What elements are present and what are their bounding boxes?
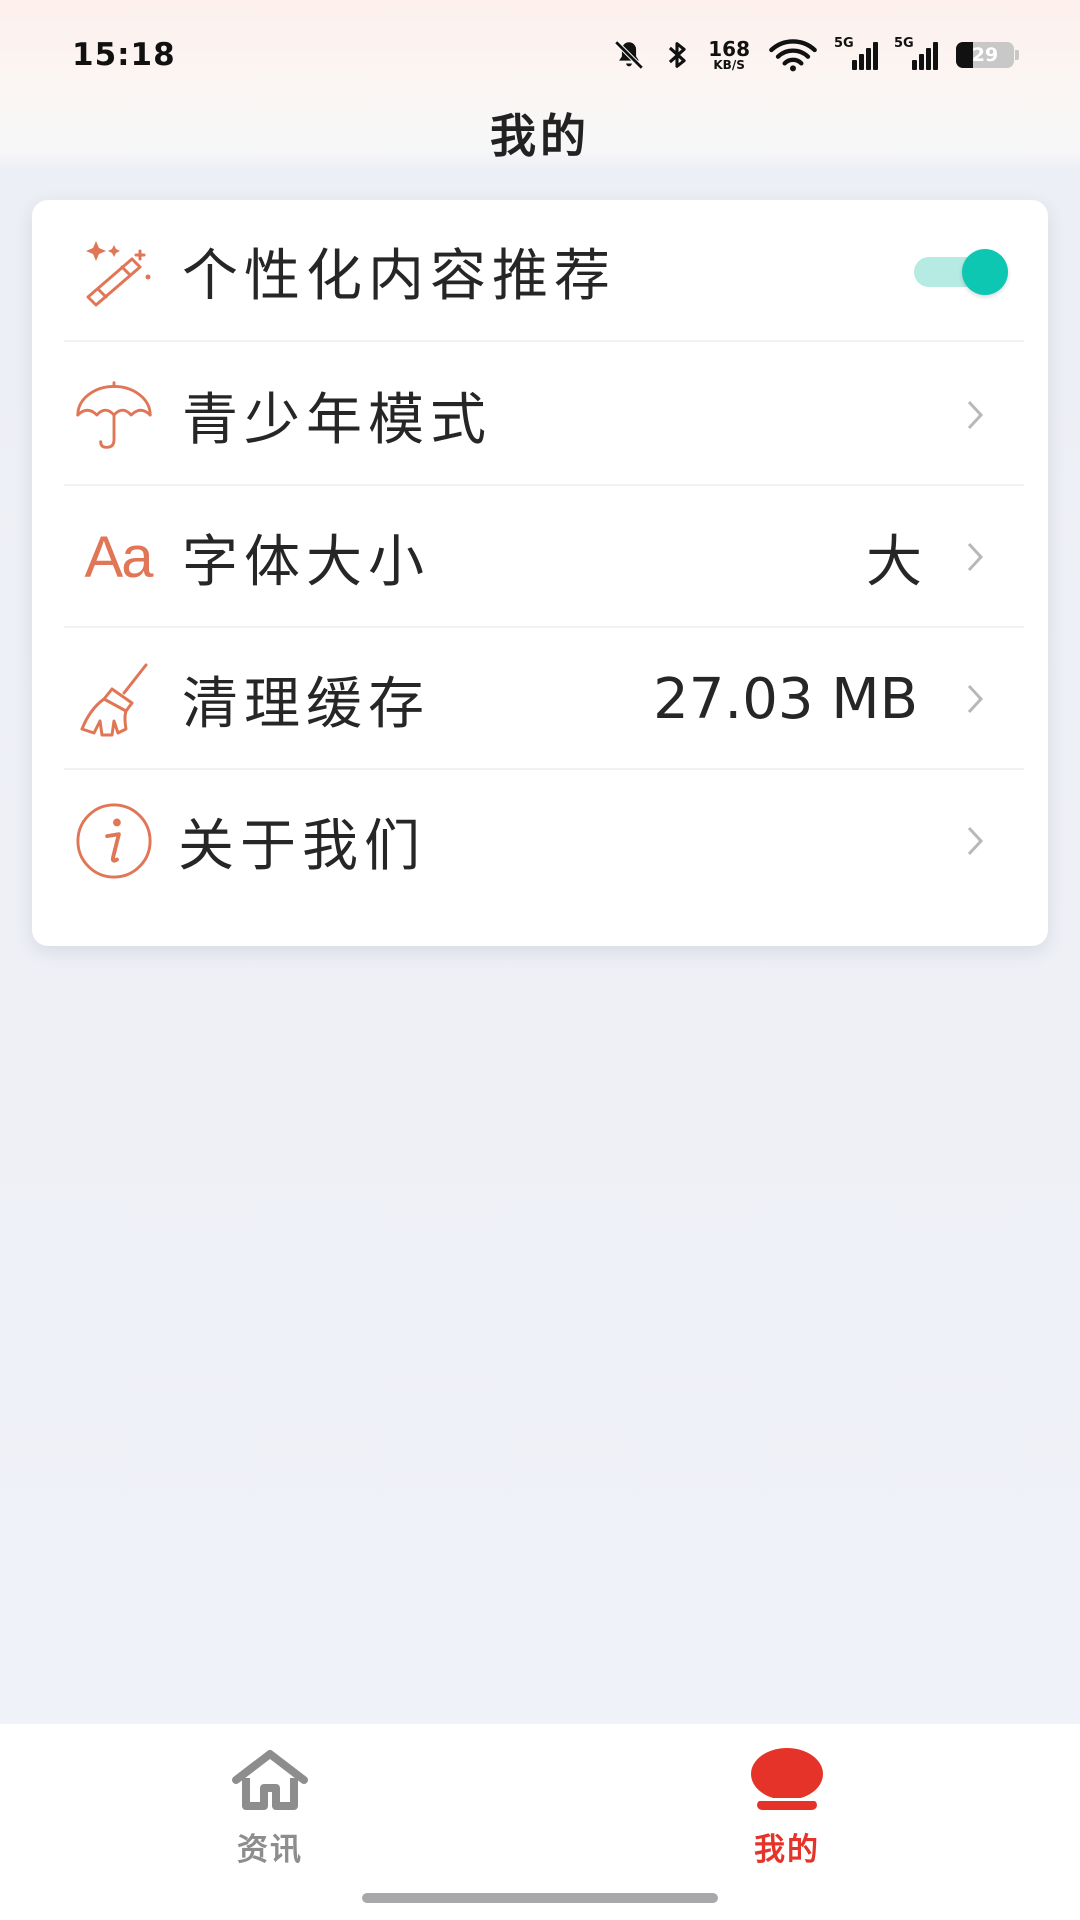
- mute-bell-icon: [612, 38, 646, 72]
- profile-icon: [747, 1748, 827, 1816]
- cache-size-value: 27.03 MB: [653, 666, 918, 732]
- signal-icon: 5G: [834, 36, 878, 70]
- bluetooth-icon: [664, 38, 690, 72]
- home-icon: [230, 1748, 310, 1816]
- bottom-nav: 资讯 我的: [0, 1724, 1080, 1920]
- broom-icon: [74, 659, 154, 739]
- setting-label: 关于我们: [178, 813, 426, 879]
- wifi-icon: [768, 38, 818, 72]
- divider: [64, 340, 1024, 342]
- font-size-icon: Aa: [84, 524, 154, 590]
- info-icon: [74, 801, 154, 881]
- umbrella-icon: [74, 375, 154, 455]
- nav-item-news[interactable]: 资讯: [190, 1748, 350, 1878]
- setting-about-us[interactable]: 关于我们: [32, 770, 1048, 912]
- setting-clear-cache[interactable]: 清理缓存 27.03 MB: [32, 628, 1048, 770]
- status-icons: 168 KB/S 5G 5G 29: [612, 35, 1019, 75]
- nav-label: 我的: [754, 1832, 820, 1868]
- chevron-right-icon: [960, 537, 990, 577]
- chevron-right-icon: [960, 395, 990, 435]
- signal-icon: 5G: [894, 36, 938, 70]
- setting-label: 青少年模式: [182, 387, 492, 453]
- setting-label: 字体大小: [182, 529, 430, 595]
- status-bar: 15:18 168 KB/S 5G 5G 29: [0, 0, 1080, 110]
- chevron-right-icon: [960, 679, 990, 719]
- setting-youth-mode[interactable]: 青少年模式: [32, 344, 1048, 486]
- setting-label: 清理缓存: [182, 671, 430, 737]
- screen: 15:18 168 KB/S 5G 5G 29 我的 个性化内容推荐 青少年模式…: [0, 0, 1080, 1920]
- battery-icon: 29: [956, 42, 1019, 68]
- setting-font-size[interactable]: Aa 字体大小 大: [32, 486, 1048, 628]
- chevron-right-icon: [960, 821, 990, 861]
- magic-wand-icon: [74, 231, 154, 311]
- page-title: 我的: [490, 109, 590, 163]
- setting-label: 个性化内容推荐: [182, 243, 616, 309]
- personalized-recommendation-toggle[interactable]: [910, 247, 1010, 295]
- nav-label: 资讯: [237, 1832, 303, 1868]
- net-speed: 168 KB/S: [708, 37, 750, 72]
- settings-card: 个性化内容推荐 青少年模式 Aa 字体大小 大 清理缓存 27.03 MB 关于…: [32, 200, 1048, 946]
- setting-personalized-recommendation[interactable]: 个性化内容推荐: [32, 200, 1048, 342]
- home-indicator[interactable]: [362, 1893, 718, 1903]
- nav-item-mine[interactable]: 我的: [707, 1748, 867, 1878]
- font-size-value: 大: [866, 529, 922, 595]
- status-time: 15:18: [72, 37, 176, 73]
